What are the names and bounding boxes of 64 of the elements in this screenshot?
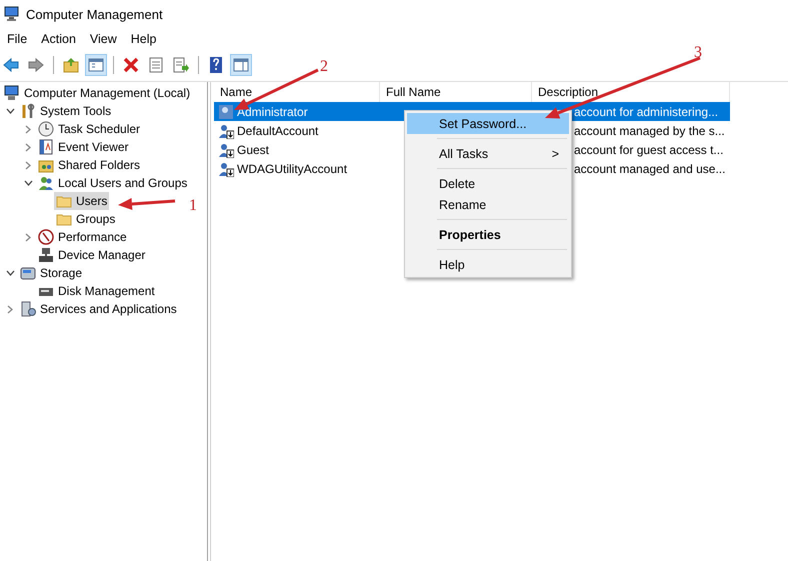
menu-item[interactable]: Properties <box>407 224 569 245</box>
description-text: account managed and use... <box>574 162 726 176</box>
users-icon <box>38 175 54 191</box>
menu-item[interactable]: View <box>82 32 124 46</box>
description-text: account for administering... <box>574 104 718 118</box>
menu-item[interactable]: Help <box>407 254 569 275</box>
log-icon <box>38 139 54 155</box>
tree-item[interactable]: Storage <box>18 264 84 282</box>
tree-item[interactable]: System Tools <box>18 102 114 120</box>
tree-item[interactable]: Event Viewer <box>36 138 130 156</box>
collapsed-chevron-icon[interactable] <box>25 124 31 134</box>
annotation-number: 3 <box>694 44 702 62</box>
storage-icon <box>20 265 36 281</box>
tree-item[interactable]: Groups <box>54 210 118 228</box>
computer-icon <box>4 85 20 101</box>
description-text: account for guest access t... <box>574 142 724 156</box>
menu-item[interactable]: File <box>0 32 34 46</box>
pane-button[interactable] <box>85 54 107 76</box>
menu-item[interactable]: Action <box>34 32 83 46</box>
menu-item[interactable]: Help <box>124 32 164 46</box>
pane-button[interactable] <box>230 54 252 76</box>
collapsed-chevron-icon[interactable] <box>25 232 31 242</box>
menu-item[interactable]: All Tasks > <box>407 143 569 164</box>
annotation-number: 2 <box>320 58 328 76</box>
user-name: DefaultAccount <box>237 124 318 138</box>
user-name: WDAGUtilityAccount <box>237 162 348 176</box>
tree-item[interactable]: Disk Management <box>36 282 157 300</box>
tree-item[interactable]: Services and Applications <box>18 300 179 318</box>
description-text: account managed by the s... <box>574 124 725 138</box>
annotation-number: 1 <box>189 197 197 215</box>
tree-item[interactable]: Computer Management (Local) <box>2 84 192 102</box>
menu-item[interactable]: Rename <box>407 194 569 215</box>
user-name: Administrator <box>237 104 308 118</box>
user-row-cell[interactable]: DefaultAccount <box>214 121 380 140</box>
tree-item[interactable]: Shared Folders <box>36 156 142 174</box>
user-icon <box>218 104 234 120</box>
expanded-chevron-icon[interactable] <box>6 270 14 276</box>
menu-item[interactable]: Delete <box>407 173 569 194</box>
tree-item[interactable]: Users <box>54 192 110 210</box>
user-name: Guest <box>237 142 270 156</box>
services-icon <box>20 301 36 317</box>
tree-item[interactable]: Local Users and Groups <box>36 174 190 192</box>
tree-item[interactable]: Performance <box>36 228 129 246</box>
window-title: Computer Management <box>26 6 163 22</box>
collapsed-chevron-icon[interactable] <box>25 142 31 152</box>
expanded-chevron-icon[interactable] <box>24 180 32 186</box>
user-row-cell[interactable]: Administrator <box>214 102 380 121</box>
tree-item[interactable]: Task Scheduler <box>36 120 142 138</box>
tools-icon <box>20 103 36 119</box>
user-row-cell[interactable]: WDAGUtilityAccount <box>214 159 380 178</box>
tree-item[interactable]: Device Manager <box>36 246 148 264</box>
user-icon <box>218 142 234 158</box>
collapsed-chevron-icon[interactable] <box>7 304 13 314</box>
clock-icon <box>38 121 54 137</box>
user-icon <box>218 160 234 176</box>
submenu-arrow: > <box>552 146 559 160</box>
annotation-arrow <box>118 198 176 210</box>
user-row-cell[interactable]: Guest <box>214 140 380 159</box>
computer-icon <box>4 6 20 22</box>
user-icon <box>218 122 234 138</box>
device-icon <box>38 247 54 263</box>
expanded-chevron-icon[interactable] <box>6 108 14 114</box>
collapsed-chevron-icon[interactable] <box>25 160 31 170</box>
menu-item[interactable]: Set Password... <box>407 113 569 134</box>
